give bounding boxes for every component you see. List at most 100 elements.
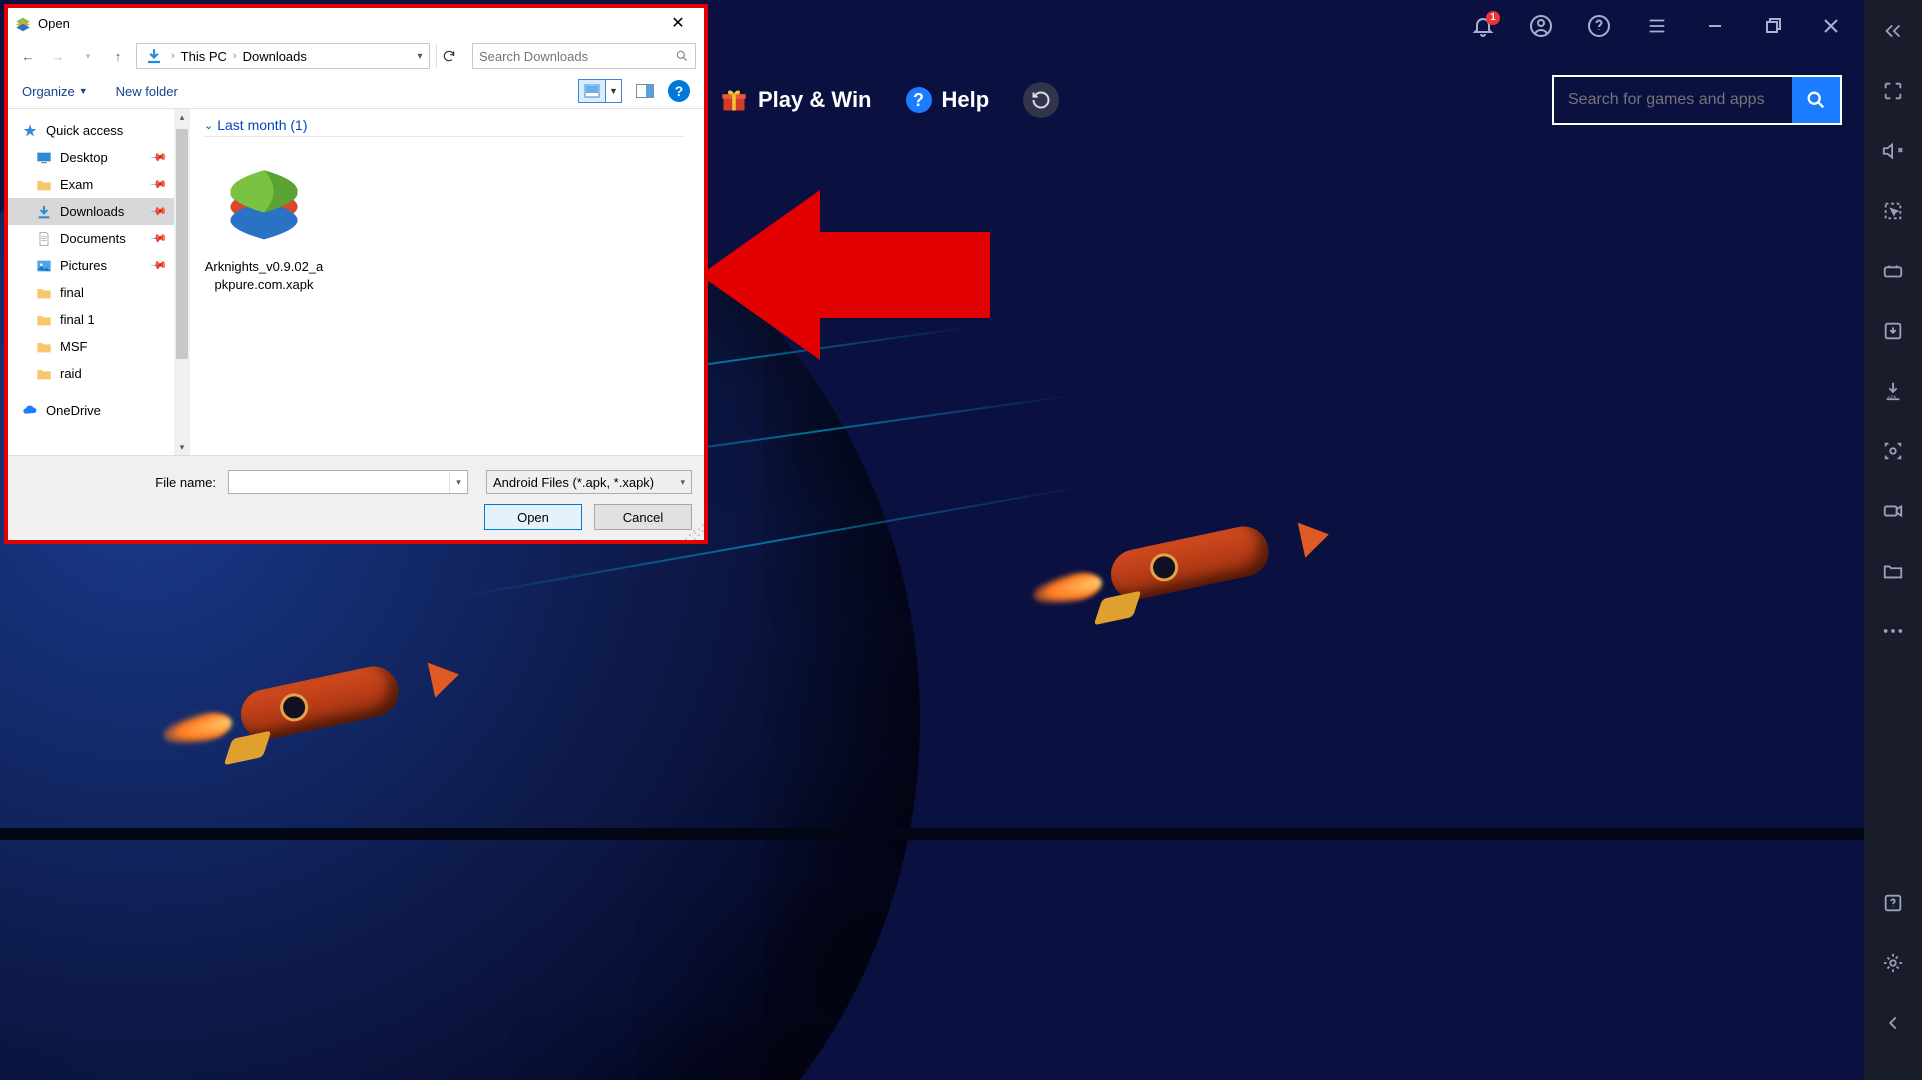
pin-icon: 📌	[150, 175, 169, 194]
dialog-search	[472, 43, 696, 69]
breadcrumb-this-pc[interactable]: This PC	[179, 49, 229, 64]
resize-grip-icon[interactable]: ⋰⋰⋰	[684, 526, 702, 538]
app-search-input[interactable]	[1554, 77, 1792, 123]
app-search	[1552, 75, 1842, 125]
back-icon[interactable]	[1876, 1006, 1910, 1040]
tree-exam[interactable]: Exam📌	[8, 171, 174, 198]
rocket-decoration	[1041, 484, 1318, 646]
settings-gear-icon[interactable]	[1876, 946, 1910, 980]
file-type-filter[interactable]: Android Files (*.apk, *.xapk) ▾	[486, 470, 692, 494]
tree-final1[interactable]: final 1	[8, 306, 174, 333]
refresh-button[interactable]	[436, 44, 460, 68]
cancel-button[interactable]: Cancel	[594, 504, 692, 530]
keyboard-controls-icon[interactable]	[1876, 254, 1910, 288]
titlebar-help-icon[interactable]	[1580, 7, 1618, 45]
maximize-icon[interactable]	[1754, 7, 1792, 45]
view-dropdown-icon[interactable]: ▼	[605, 80, 621, 102]
tree-quick-access[interactable]: Quick access	[8, 117, 174, 144]
file-name-input[interactable]	[229, 471, 449, 493]
dialog-toolbar: Organize ▼ New folder ▼ ?	[8, 74, 704, 108]
collapse-sidebar-icon[interactable]	[1876, 14, 1910, 48]
minimize-icon[interactable]	[1696, 7, 1734, 45]
folder-icon	[36, 339, 52, 355]
file-name-label: Arknights_v0.9.02_apkpure.com.xapk	[204, 258, 324, 293]
hamburger-menu-icon[interactable]	[1638, 7, 1676, 45]
dialog-search-input[interactable]	[479, 49, 675, 64]
screenshot-icon[interactable]	[1876, 434, 1910, 468]
play-and-win-link[interactable]: Play & Win	[720, 86, 872, 114]
nav-forward-button: →	[46, 44, 70, 68]
documents-icon	[36, 231, 52, 247]
media-folder-icon[interactable]	[1876, 554, 1910, 588]
file-name-label: File name:	[20, 475, 220, 490]
tree-desktop[interactable]: Desktop📌	[8, 144, 174, 171]
pin-icon: 📌	[150, 229, 169, 248]
tree-final[interactable]: final	[8, 279, 174, 306]
notification-badge: 1	[1486, 11, 1500, 25]
svg-text:APK: APK	[1888, 394, 1897, 399]
open-button[interactable]: Open	[484, 504, 582, 530]
breadcrumb[interactable]: › This PC › Downloads ▾	[136, 43, 430, 69]
file-item-arknights[interactable]: Arknights_v0.9.02_apkpure.com.xapk	[204, 153, 324, 293]
bg-divider	[0, 828, 1864, 840]
breadcrumb-downloads[interactable]: Downloads	[241, 49, 309, 64]
nav-recent-dropdown[interactable]: ▾	[76, 44, 100, 68]
dialog-help-button[interactable]: ?	[668, 80, 690, 102]
downloads-icon	[36, 204, 52, 220]
dialog-titlebar: Open ✕	[8, 8, 704, 38]
tree-documents[interactable]: Documents📌	[8, 225, 174, 252]
overlay-arrow-icon	[700, 190, 990, 360]
view-mode-selector[interactable]: ▼	[578, 79, 622, 103]
bluestacks-side-toolbar: APK	[1864, 0, 1922, 1080]
preview-pane-button[interactable]	[632, 80, 658, 102]
volume-mute-icon[interactable]	[1876, 134, 1910, 168]
onedrive-icon	[22, 403, 38, 419]
cursor-lock-icon[interactable]	[1876, 194, 1910, 228]
pin-icon: 📌	[150, 202, 169, 221]
open-dialog-frame: Open ✕ ← → ▾ ↑ › This PC › Downloads ▾ O…	[4, 4, 708, 544]
nav-back-button[interactable]: ←	[16, 44, 40, 68]
breadcrumb-dropdown[interactable]: ▾	[411, 51, 429, 62]
tree-onedrive[interactable]: OneDrive	[8, 397, 174, 424]
record-icon[interactable]	[1876, 494, 1910, 528]
bluestacks-titlebar: 1	[1464, 0, 1864, 52]
scroll-up-icon[interactable]: ▴	[174, 109, 190, 125]
nav-up-button[interactable]: ↑	[106, 44, 130, 68]
bluestacks-logo-icon	[14, 14, 32, 32]
reload-button[interactable]	[1023, 82, 1059, 118]
sidebar-help-icon[interactable]	[1876, 886, 1910, 920]
folder-icon	[36, 177, 52, 193]
bluestacks-file-icon	[216, 153, 312, 249]
more-icon[interactable]	[1876, 614, 1910, 648]
breadcrumb-sep-icon: ›	[229, 50, 241, 62]
tree-msf[interactable]: MSF	[8, 333, 174, 360]
filetype-dropdown-icon: ▾	[680, 477, 685, 488]
group-header-last-month[interactable]: ⌄ Last month (1)	[204, 117, 684, 137]
close-icon[interactable]	[1812, 7, 1850, 45]
fullscreen-icon[interactable]	[1876, 74, 1910, 108]
file-pane: ⌄ Last month (1) Arknights_v0.9.02_apkpu…	[190, 109, 704, 455]
help-label: Help	[942, 87, 990, 113]
filename-dropdown[interactable]: ▾	[449, 471, 467, 493]
search-button[interactable]	[1792, 77, 1840, 123]
scroll-thumb[interactable]	[176, 129, 188, 359]
notifications-icon[interactable]: 1	[1464, 7, 1502, 45]
new-folder-button[interactable]: New folder	[116, 84, 178, 99]
tree-raid[interactable]: raid	[8, 360, 174, 387]
apk-install-icon[interactable]: APK	[1876, 374, 1910, 408]
account-icon[interactable]	[1522, 7, 1560, 45]
organize-menu[interactable]: Organize ▼	[22, 84, 88, 99]
tree-downloads[interactable]: Downloads📌	[8, 198, 174, 225]
install-apk-icon[interactable]	[1876, 314, 1910, 348]
breadcrumb-sep-icon: ›	[167, 50, 179, 62]
file-name-combo: ▾	[228, 470, 468, 494]
help-link[interactable]: ? Help	[906, 87, 990, 113]
dialog-title: Open	[38, 16, 658, 31]
scroll-down-icon[interactable]: ▾	[174, 439, 190, 455]
tree-pictures[interactable]: Pictures📌	[8, 252, 174, 279]
pictures-icon	[36, 258, 52, 274]
folder-icon	[36, 312, 52, 328]
tree-scrollbar[interactable]: ▴ ▾	[174, 109, 190, 455]
chevron-down-icon: ⌄	[204, 119, 213, 132]
dialog-close-button[interactable]: ✕	[658, 10, 698, 36]
